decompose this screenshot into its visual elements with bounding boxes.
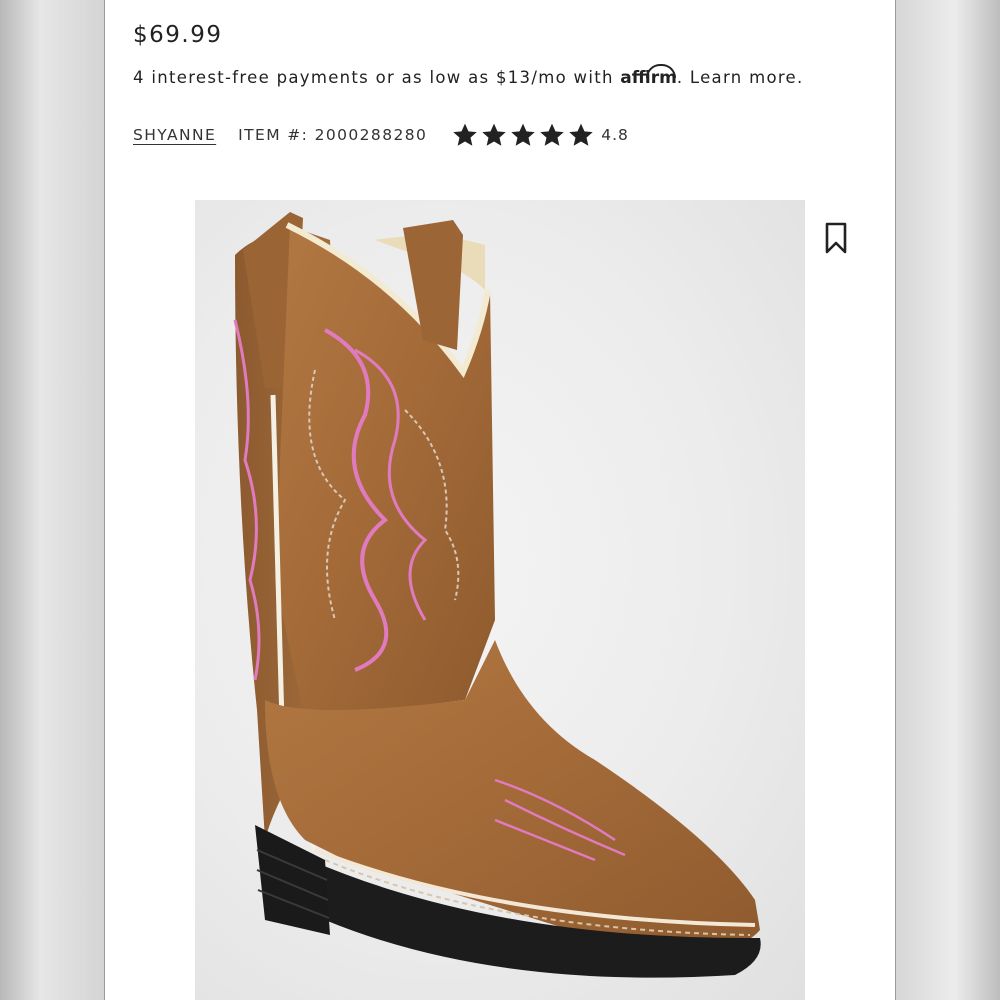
rating-stars[interactable]: [451, 122, 595, 148]
star-icon: [482, 123, 506, 146]
product-panel: $69.99 4 interest-free payments or as lo…: [104, 0, 896, 1000]
bookmark-icon[interactable]: [823, 221, 849, 255]
affirm-logo: affirm: [620, 64, 677, 88]
cowboy-boot-illustration: [233, 212, 761, 978]
learn-more-link[interactable]: Learn more.: [690, 68, 804, 87]
rating-value: 4.8: [601, 126, 629, 144]
affirm-logo-arc: [646, 64, 677, 78]
star-icon: [453, 123, 477, 146]
payment-text-end: .: [676, 68, 684, 87]
product-price: $69.99: [133, 22, 223, 48]
product-meta: SHYANNE ITEM #: 2000288280 4.8: [133, 118, 629, 152]
product-image[interactable]: [195, 200, 805, 1000]
star-icon: [540, 123, 564, 146]
item-number: ITEM #: 2000288280: [238, 126, 428, 144]
star-icon: [511, 123, 535, 146]
brand-link[interactable]: SHYANNE: [133, 126, 216, 144]
star-icon: [569, 123, 593, 146]
payment-text: 4 interest-free payments or as low as $1…: [133, 68, 621, 87]
payment-info: 4 interest-free payments or as low as $1…: [133, 64, 804, 88]
